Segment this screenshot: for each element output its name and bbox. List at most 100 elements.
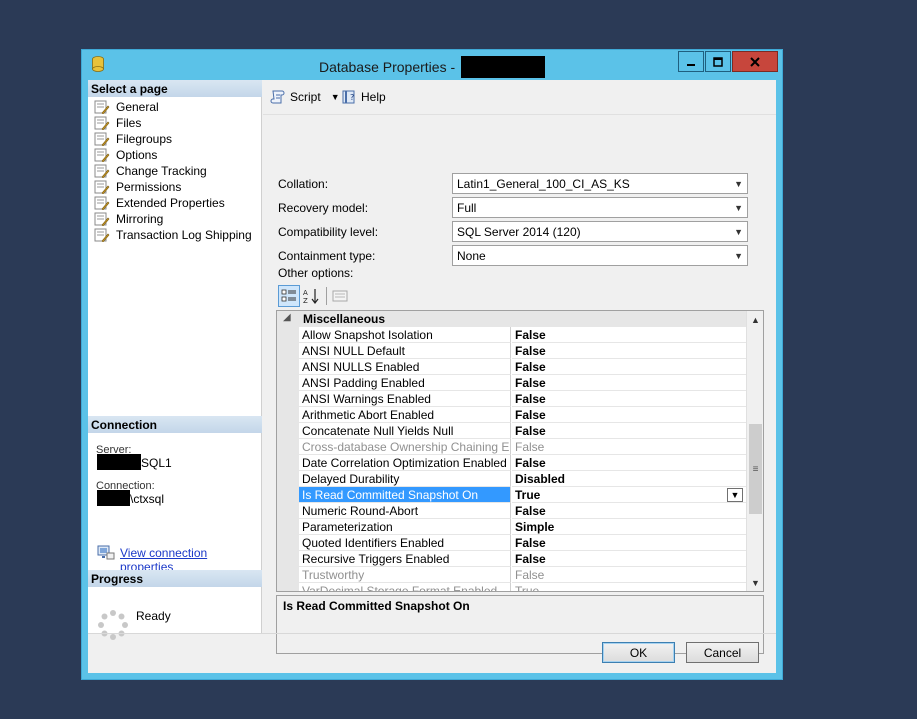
property-row[interactable]: Arithmetic Abort Enabled False: [277, 407, 746, 423]
script-button-label: Script: [290, 90, 321, 104]
cancel-button[interactable]: Cancel: [686, 642, 759, 663]
property-row[interactable]: VarDecimal Storage Format Enabled True: [277, 583, 746, 591]
page-item-general[interactable]: General: [94, 99, 252, 115]
property-row[interactable]: ANSI Warnings Enabled False: [277, 391, 746, 407]
database-properties-window: Database Properties - Select a page Gene…: [81, 49, 783, 680]
page-item-mirroring[interactable]: Mirroring: [94, 211, 252, 227]
property-value[interactable]: Simple: [512, 519, 746, 535]
page-item-files[interactable]: Files: [94, 115, 252, 131]
property-name: ANSI NULL Default: [299, 343, 511, 359]
alphabetical-sort-button[interactable]: A Z: [301, 285, 323, 307]
page-list: General Files Filegroups Options Change …: [94, 99, 252, 243]
scroll-down-arrow-icon[interactable]: ▼: [747, 574, 763, 591]
property-row[interactable]: ANSI Padding Enabled False: [277, 375, 746, 391]
scrollbar-thumb[interactable]: ≡: [749, 424, 762, 514]
property-pages-button[interactable]: [329, 285, 351, 307]
page-item-transaction-log-shipping[interactable]: Transaction Log Shipping: [94, 227, 252, 243]
property-row[interactable]: Recursive Triggers Enabled False: [277, 551, 746, 567]
property-row-selected[interactable]: Is Read Committed Snapshot On True ▼: [277, 487, 746, 503]
svg-text:A: A: [303, 289, 308, 297]
property-value[interactable]: False: [512, 535, 746, 551]
property-value[interactable]: False: [512, 455, 746, 471]
scroll-up-arrow-icon[interactable]: ▲: [747, 311, 763, 328]
containment-type-label: Containment type:: [278, 249, 376, 263]
page-wrench-icon: [94, 132, 110, 146]
property-row[interactable]: Date Correlation Optimization Enabled Fal…: [277, 455, 746, 471]
property-value[interactable]: False: [512, 503, 746, 519]
property-row[interactable]: Concatenate Null Yields Null False: [277, 423, 746, 439]
compatibility-level-select[interactable]: SQL Server 2014 (120) ▼: [452, 221, 748, 242]
property-row[interactable]: Quoted Identifiers Enabled False: [277, 535, 746, 551]
property-value[interactable]: False: [512, 551, 746, 567]
property-value[interactable]: Disabled: [512, 471, 746, 487]
property-value: False: [512, 439, 746, 455]
svg-text:Z: Z: [303, 297, 308, 304]
page-wrench-icon: [94, 212, 110, 226]
chevron-down-icon: ▼: [734, 178, 743, 189]
property-row[interactable]: Parameterization Simple: [277, 519, 746, 535]
property-value[interactable]: False: [512, 327, 746, 343]
property-row[interactable]: Trustworthy False: [277, 567, 746, 583]
other-options-label: Other options:: [278, 266, 354, 280]
progress-spinner-icon: [98, 610, 128, 640]
property-pages-icon: [332, 290, 348, 302]
containment-type-row: Containment type:: [278, 249, 468, 263]
row-margin: [277, 519, 299, 535]
containment-type-select[interactable]: None ▼: [452, 245, 748, 266]
property-value: False: [512, 567, 746, 583]
page-item-permissions[interactable]: Permissions: [94, 179, 252, 195]
property-value[interactable]: False: [512, 423, 746, 439]
close-icon: [750, 56, 760, 67]
property-name: Is Read Committed Snapshot On: [299, 487, 511, 503]
property-name: Numeric Round-Abort: [299, 503, 511, 519]
page-wrench-icon: [94, 148, 110, 162]
property-row[interactable]: Numeric Round-Abort False: [277, 503, 746, 519]
script-button[interactable]: Script ▼: [270, 89, 340, 105]
page-item-change-tracking[interactable]: Change Tracking: [94, 163, 252, 179]
category-row-miscellaneous[interactable]: ◢ Miscellaneous: [277, 311, 746, 327]
property-value[interactable]: False: [512, 391, 746, 407]
property-row[interactable]: ANSI NULLS Enabled False: [277, 359, 746, 375]
ok-button[interactable]: OK: [602, 642, 675, 663]
property-value[interactable]: False: [512, 407, 746, 423]
property-value-editor[interactable]: True ▼: [512, 487, 746, 503]
maximize-button[interactable]: [705, 51, 731, 72]
vertical-scrollbar[interactable]: ▲ ≡ ▼: [746, 311, 763, 591]
page-item-label: Options: [116, 148, 158, 162]
script-dropdown-arrow-icon[interactable]: ▼: [331, 92, 340, 102]
property-row[interactable]: ANSI NULL Default False: [277, 343, 746, 359]
row-margin: [277, 359, 299, 375]
recovery-model-row: Recovery model:: [278, 201, 468, 215]
collation-row: Collation:: [278, 177, 468, 191]
page-wrench-icon: [94, 180, 110, 194]
title-bar[interactable]: Database Properties -: [82, 50, 782, 78]
property-row[interactable]: Cross-database Ownership Chaining Enable…: [277, 439, 746, 455]
row-margin: [277, 567, 299, 583]
property-value[interactable]: False: [512, 375, 746, 391]
property-grid[interactable]: ◢ Miscellaneous Allow Snapshot Isolation…: [276, 310, 764, 592]
chevron-down-icon: ▼: [734, 202, 743, 213]
property-name: Recursive Triggers Enabled: [299, 551, 511, 567]
page-wrench-icon: [94, 164, 110, 178]
page-item-filegroups[interactable]: Filegroups: [94, 131, 252, 147]
property-value[interactable]: False: [512, 343, 746, 359]
minimize-button[interactable]: [678, 51, 704, 72]
property-value[interactable]: False: [512, 359, 746, 375]
page-item-extended-properties[interactable]: Extended Properties: [94, 195, 252, 211]
minimize-icon: [687, 63, 695, 66]
property-name: Date Correlation Optimization Enabled: [299, 455, 511, 471]
chevron-down-icon[interactable]: ▼: [727, 488, 743, 502]
property-row[interactable]: Delayed Durability Disabled: [277, 471, 746, 487]
collapse-triangle-icon[interactable]: ◢: [283, 312, 291, 323]
help-button[interactable]: ? Help: [341, 89, 386, 105]
close-button[interactable]: [732, 51, 778, 72]
row-margin: [277, 439, 299, 455]
collation-select[interactable]: Latin1_General_100_CI_AS_KS ▼: [452, 173, 748, 194]
property-value: True: [512, 583, 746, 591]
recovery-model-select[interactable]: Full ▼: [452, 197, 748, 218]
categorized-view-button[interactable]: [278, 285, 300, 307]
property-name: Arithmetic Abort Enabled: [299, 407, 511, 423]
page-item-options[interactable]: Options: [94, 147, 252, 163]
property-row[interactable]: Allow Snapshot Isolation False: [277, 327, 746, 343]
row-margin: [277, 487, 299, 503]
